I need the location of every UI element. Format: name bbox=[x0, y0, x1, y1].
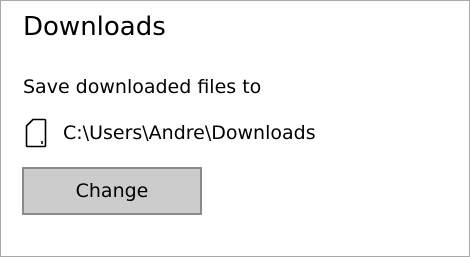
change-location-button[interactable]: Change bbox=[22, 167, 202, 215]
download-path-row: C:\Users\Andre\Downloads bbox=[25, 117, 316, 149]
section-title: Downloads bbox=[23, 12, 166, 42]
sd-card-icon bbox=[25, 118, 47, 148]
download-path: C:\Users\Andre\Downloads bbox=[63, 122, 316, 144]
save-location-label: Save downloaded files to bbox=[23, 76, 262, 98]
downloads-settings-panel: Downloads Save downloaded files to C:\Us… bbox=[0, 0, 470, 257]
